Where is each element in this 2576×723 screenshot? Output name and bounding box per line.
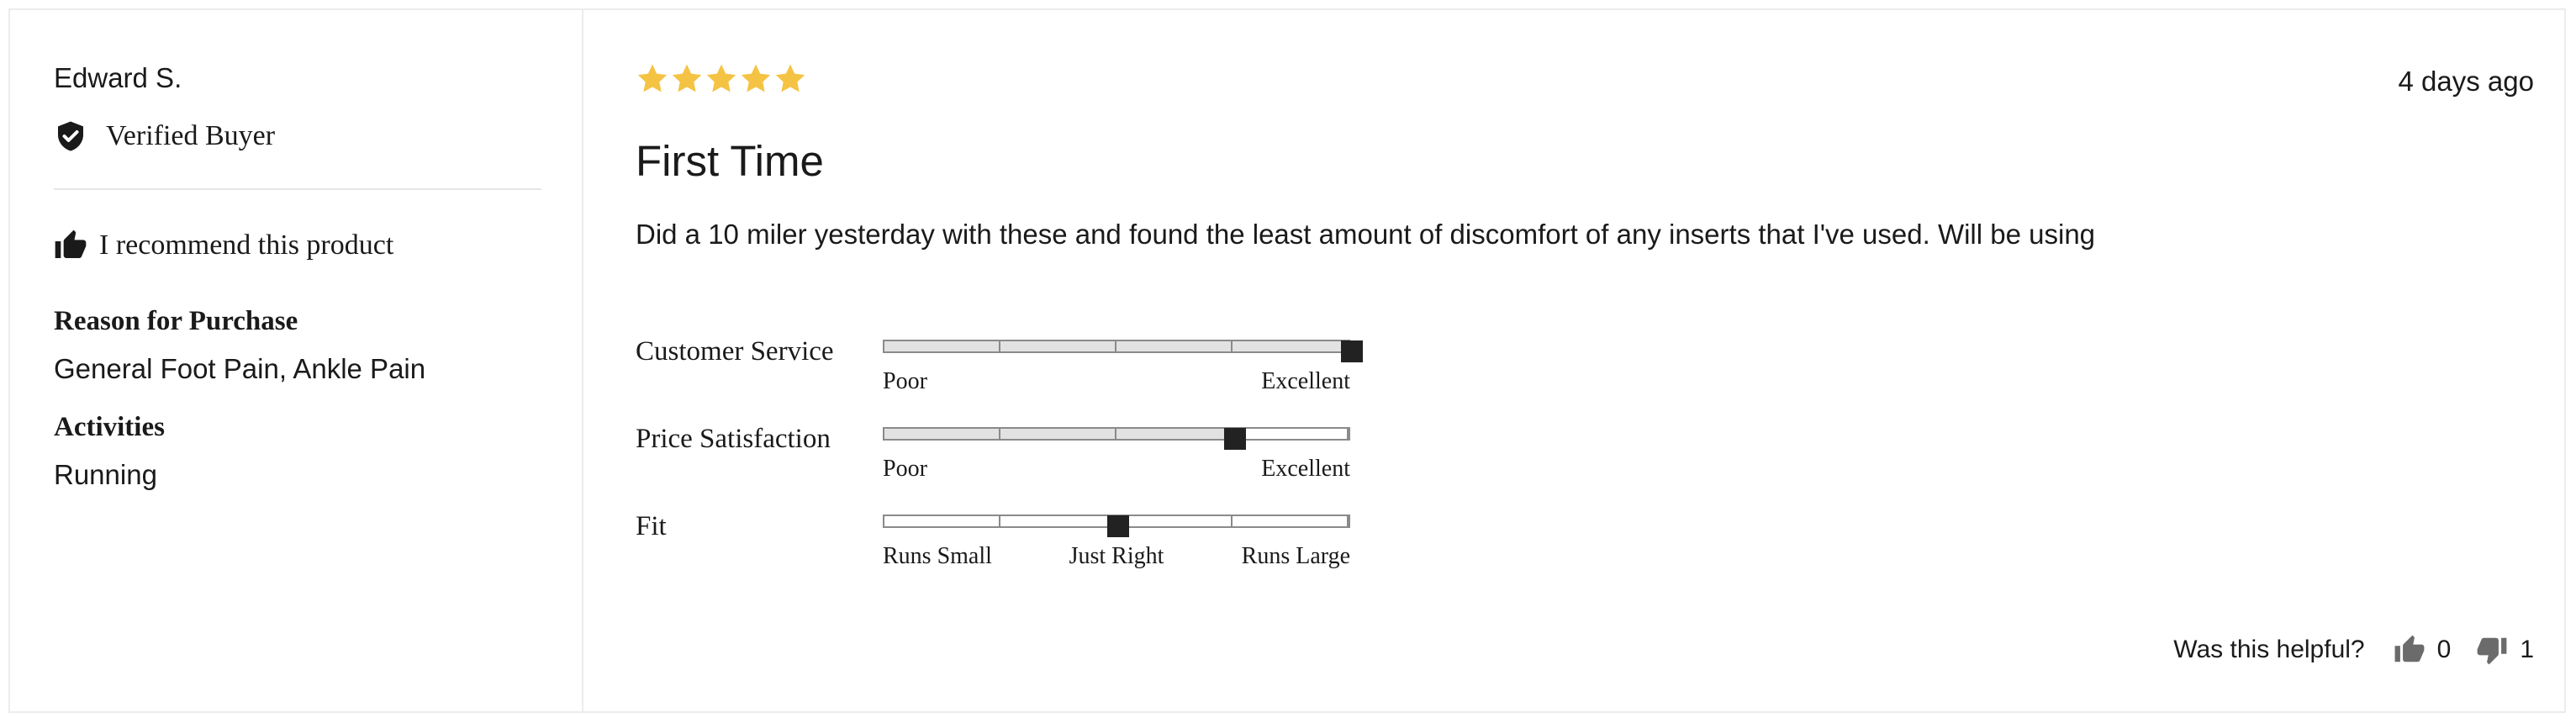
scale-segment	[884, 516, 1000, 526]
rating-marker	[1224, 428, 1246, 450]
helpful-question: Was this helpful?	[2173, 636, 2365, 663]
rating-row: Fit Runs Small Just Right Runs Large	[636, 511, 1392, 578]
reviewer-name: Edward S.	[54, 62, 182, 93]
thumbs-down-icon	[2477, 637, 2507, 665]
scale-segment	[1233, 429, 1349, 439]
star-rating	[636, 62, 808, 96]
rating-scale	[883, 427, 1350, 450]
scale-segment	[1116, 429, 1233, 439]
recommend-label: I recommend this product	[99, 230, 394, 261]
verified-shield-icon	[58, 121, 83, 151]
scale-segment	[884, 341, 1000, 351]
verified-buyer-label: Verified Buyer	[106, 120, 276, 151]
scale-label: Just Right	[1069, 543, 1164, 569]
scale-label: Poor	[883, 368, 927, 394]
star-icon	[706, 64, 736, 92]
scale-segment	[1116, 341, 1233, 351]
scale-segment	[1233, 516, 1349, 526]
rating-row: Price Satisfaction Poor Excellent	[636, 424, 1392, 491]
review-card: Edward S. Verified Buyer I recommend thi…	[8, 8, 2566, 713]
scale-segment	[1233, 341, 1349, 351]
activities-value: Running	[54, 459, 157, 490]
divider	[54, 188, 541, 190]
rating-marker	[1107, 515, 1129, 537]
scale-segment	[1000, 341, 1116, 351]
review-date: 4 days ago	[2398, 66, 2534, 97]
rating-label: Customer Service	[636, 336, 834, 367]
rating-scale	[883, 340, 1363, 362]
helpful-no-count: 1	[2520, 636, 2534, 663]
scale-segment	[1116, 516, 1233, 526]
rating-label: Price Satisfaction	[636, 424, 831, 454]
thumbs-up-icon	[2394, 635, 2425, 662]
scale-label: Runs Small	[883, 543, 992, 569]
helpful-vote: Was this helpful? 0 1	[2173, 634, 2534, 666]
star-icon	[637, 64, 668, 92]
reviewer-panel: Edward S. Verified Buyer I recommend thi…	[10, 10, 583, 711]
activities-heading: Activities	[54, 412, 165, 442]
reason-heading: Reason for Purchase	[54, 306, 298, 336]
thumbs-up-icon	[55, 230, 87, 258]
star-icon	[672, 64, 702, 92]
helpful-no-button[interactable]: 1	[2476, 634, 2534, 666]
star-icon	[775, 64, 805, 92]
scale-segment	[1000, 516, 1116, 526]
helpful-yes-count: 0	[2436, 636, 2452, 663]
scale-segment	[1000, 429, 1116, 439]
rating-scale	[883, 515, 1350, 537]
star-icon	[741, 64, 771, 92]
scale-label: Excellent	[1261, 368, 1350, 394]
helpful-yes-button[interactable]: 0	[2394, 634, 2452, 666]
scale-segment	[884, 429, 1000, 439]
rating-label: Fit	[636, 511, 667, 541]
review-body: Did a 10 miler yesterday with these and …	[636, 219, 2096, 250]
reason-value: General Foot Pain, Ankle Pain	[54, 353, 426, 384]
scale-label: Runs Large	[1241, 543, 1350, 569]
review-title: First Time	[636, 137, 824, 185]
scale-label: Poor	[883, 456, 927, 482]
verified-buyer-badge: Verified Buyer	[54, 119, 275, 153]
rating-row: Customer Service Poor Excellent	[636, 336, 1392, 404]
review-content: 4 days ago First Time Did a 10 miler yes…	[585, 10, 2564, 711]
rating-marker	[1341, 340, 1363, 362]
recommend-statement: I recommend this product	[54, 229, 393, 262]
scale-label: Excellent	[1261, 456, 1350, 482]
